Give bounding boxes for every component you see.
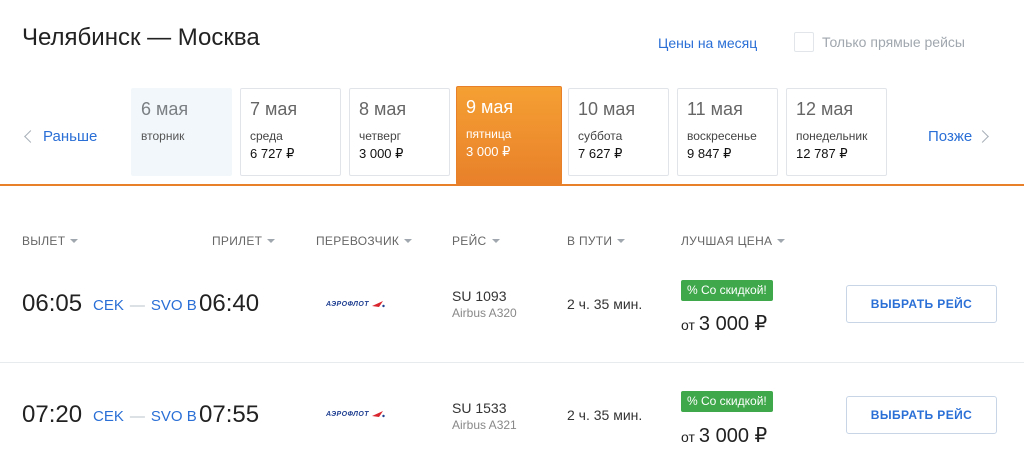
calendar-divider: [0, 184, 1024, 186]
select-flight-button[interactable]: ВЫБРАТЬ РЕЙС: [846, 396, 997, 434]
direct-only-filter[interactable]: Только прямые рейсы: [794, 32, 965, 52]
date-tab-weekday: вторник: [141, 129, 185, 143]
date-tab-date: 7 мая: [250, 99, 298, 119]
discount-badge: % Со скидкой!: [681, 391, 773, 412]
date-tab-date: 11 мая: [687, 99, 743, 119]
route-airports: CEK — SVO B: [93, 297, 197, 314]
date-tab-price: 3 000 ₽: [466, 144, 511, 159]
aeroflot-wing-icon: [371, 301, 385, 308]
chevron-right-icon: [976, 130, 990, 143]
sort-duration[interactable]: В ПУТИ: [567, 234, 626, 248]
column-header-departure: ВЫЛЕТ: [22, 234, 66, 248]
next-dates-label: Позже: [928, 128, 973, 145]
aircraft-type: Airbus A320: [452, 306, 517, 320]
date-tab-price: 12 787 ₽: [796, 146, 848, 161]
column-header-duration: В ПУТИ: [567, 234, 613, 248]
price-amount: 3 000 ₽: [698, 313, 768, 335]
caret-down-icon: [491, 239, 500, 243]
caret-down-icon: [404, 239, 413, 243]
aeroflot-logo: АЭРОФЛОТ: [326, 410, 385, 418]
date-tab-price: 7 627 ₽: [578, 146, 623, 161]
caret-down-icon: [70, 239, 79, 243]
date-tab-5[interactable]: 10 мая суббота 7 627 ₽: [568, 88, 669, 176]
flight-duration: 2 ч. 35 мин.: [567, 296, 643, 312]
carrier-logo-text: АЭРОФЛОТ: [326, 300, 369, 308]
month-prices-link[interactable]: Цены на месяц: [658, 35, 757, 51]
sort-flight[interactable]: РЕЙС: [452, 234, 500, 248]
route-airports: CEK — SVO B: [93, 408, 197, 425]
date-tab-date: 10 мая: [578, 99, 636, 119]
date-tab-6[interactable]: 11 мая воскресенье 9 847 ₽: [677, 88, 778, 176]
departure-time: 07:20: [22, 401, 83, 428]
date-tab-weekday: пятница: [466, 127, 512, 141]
route-dash: —: [129, 297, 145, 314]
sort-arrival[interactable]: ПРИЛЕТ: [212, 234, 276, 248]
departure-time: 06:05: [22, 290, 83, 317]
caret-down-icon: [267, 239, 276, 243]
flight-row: 06:05 CEK — SVO B 06:40 АЭРОФЛОТ SU 1093 A…: [0, 254, 1024, 362]
aeroflot-logo: АЭРОФЛОТ: [326, 300, 385, 308]
prev-dates-button[interactable]: Раньше: [24, 128, 98, 145]
date-tab-date: 12 мая: [796, 99, 854, 119]
carrier-logo-text: АЭРОФЛОТ: [326, 410, 369, 418]
date-tab-selected[interactable]: 9 мая пятница 3 000 ₽: [456, 86, 562, 185]
date-tab-date: 6 мая: [141, 99, 189, 119]
aeroflot-wing-icon: [371, 411, 385, 418]
date-tab-price: 6 727 ₽: [250, 146, 295, 161]
date-tab-1[interactable]: 6 мая вторник: [131, 88, 232, 176]
price-prefix: от: [681, 429, 695, 445]
date-tab-date: 8 мая: [359, 99, 407, 119]
date-tab-3[interactable]: 8 мая четверг 3 000 ₽: [349, 88, 450, 176]
date-tab-weekday: понедельник: [796, 129, 868, 143]
date-tab-7[interactable]: 12 мая понедельник 12 787 ₽: [786, 88, 887, 176]
caret-down-icon: [777, 239, 786, 243]
route-to: SVO B: [150, 408, 197, 425]
date-tab-weekday: воскресенье: [687, 129, 757, 143]
sort-carrier[interactable]: ПЕРЕВОЗЧИК: [316, 234, 413, 248]
date-tab-weekday: среда: [250, 129, 283, 143]
select-flight-button[interactable]: ВЫБРАТЬ РЕЙС: [846, 285, 997, 323]
flight-row: 07:20 CEK — SVO B 07:55 АЭРОФЛОТ SU 1533 A…: [0, 362, 1024, 470]
price-amount: 3 000 ₽: [698, 425, 768, 447]
date-tab-weekday: суббота: [578, 129, 623, 143]
arrival-time: 07:55: [199, 401, 260, 428]
flight-number: SU 1093: [452, 288, 507, 304]
sort-best-price[interactable]: ЛУЧШАЯ ЦЕНА: [681, 234, 786, 248]
route-dash: —: [129, 408, 145, 425]
route-from: CEK: [93, 408, 124, 425]
caret-down-icon: [617, 239, 626, 243]
discount-badge: % Со скидкой!: [681, 280, 773, 301]
flight-number: SU 1533: [452, 400, 507, 416]
date-tab-price: 3 000 ₽: [359, 146, 404, 161]
direct-only-checkbox[interactable]: [794, 32, 814, 52]
best-price: от 3 000 ₽: [681, 423, 767, 448]
route-to: SVO B: [150, 297, 197, 314]
column-header-best-price: ЛУЧШАЯ ЦЕНА: [681, 234, 773, 248]
flight-duration: 2 ч. 35 мин.: [567, 407, 643, 423]
column-header-arrival: ПРИЛЕТ: [212, 234, 263, 248]
date-tab-date: 9 мая: [466, 97, 514, 117]
best-price: от 3 000 ₽: [681, 311, 767, 336]
arrival-time: 06:40: [199, 290, 260, 317]
sort-departure[interactable]: ВЫЛЕТ: [22, 234, 79, 248]
date-tab-weekday: четверг: [359, 129, 401, 143]
column-header-carrier: ПЕРЕВОЗЧИК: [316, 234, 400, 248]
prev-dates-label: Раньше: [43, 128, 98, 145]
route-from: CEK: [93, 297, 124, 314]
next-dates-button[interactable]: Позже: [928, 128, 990, 145]
column-header-flight: РЕЙС: [452, 234, 487, 248]
chevron-left-icon: [24, 130, 37, 143]
date-tab-2[interactable]: 7 мая среда 6 727 ₽: [240, 88, 341, 176]
aircraft-type: Airbus A321: [452, 418, 517, 432]
price-prefix: от: [681, 317, 695, 333]
page-title: Челябинск — Москва: [22, 24, 260, 51]
direct-only-label: Только прямые рейсы: [822, 34, 965, 50]
date-tab-price: 9 847 ₽: [687, 146, 732, 161]
